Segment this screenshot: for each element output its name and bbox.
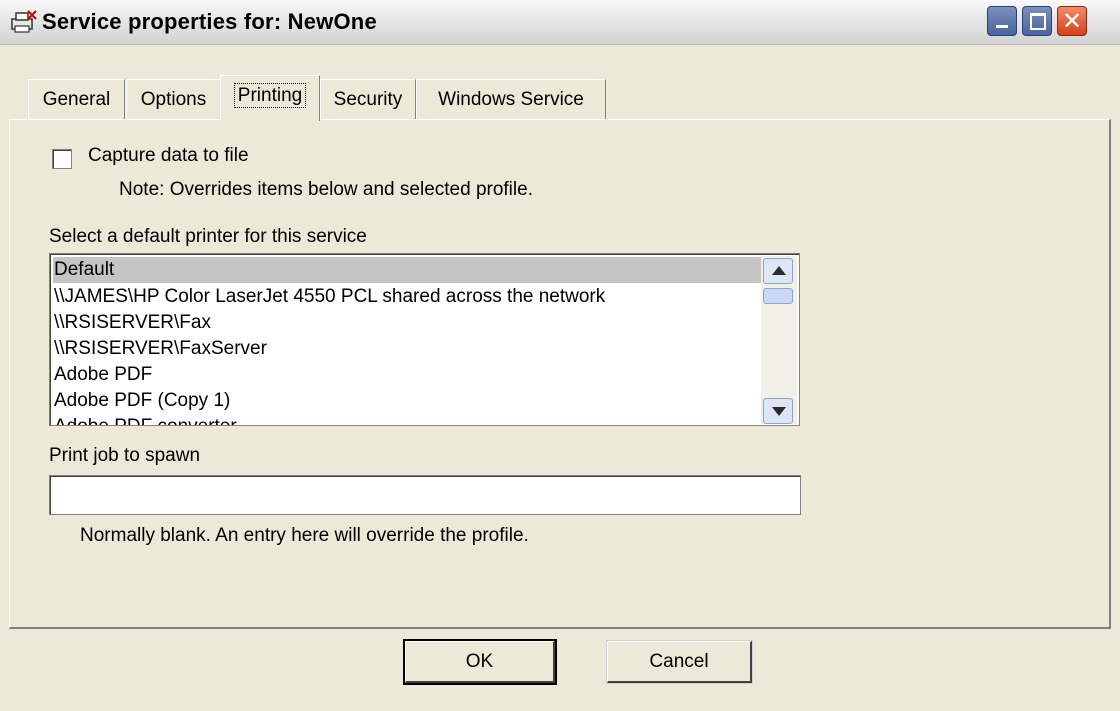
dialog-window: Service properties for: NewOne ✕ General… [0,0,1120,711]
tab-security[interactable]: Security [320,79,416,119]
tab-options[interactable]: Options [126,79,221,119]
window-title: Service properties for: NewOne [42,9,377,34]
ok-button[interactable]: OK [403,639,557,685]
minimize-icon[interactable] [987,6,1017,36]
cancel-button[interactable]: Cancel [606,640,753,684]
maximize-icon[interactable] [1022,6,1052,36]
close-icon[interactable]: ✕ [1057,6,1087,36]
tab-general[interactable]: General [28,79,125,119]
title-bar[interactable]: Service properties for: NewOne ✕ [0,0,1120,45]
tab-printing[interactable]: Printing [220,75,320,121]
tab-windows-service[interactable]: Windows Service [416,79,606,119]
tab-panel [9,119,1111,629]
app-icon [10,9,38,35]
